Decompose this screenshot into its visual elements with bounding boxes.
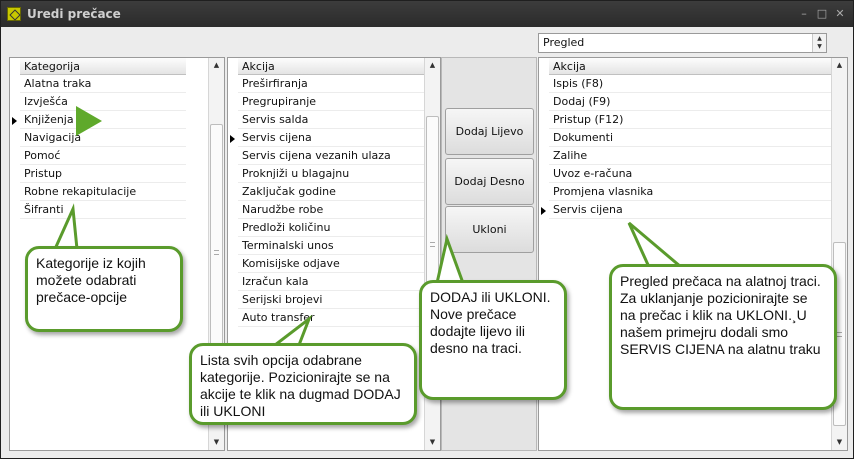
row-marker-icon [541, 207, 546, 215]
action-item[interactable]: Terminalski unos [238, 237, 424, 255]
preview-item[interactable]: Uvoz e-računa [549, 165, 831, 183]
scroll-up-icon[interactable]: ▲ [425, 58, 440, 73]
view-select-value: Pregled [543, 36, 585, 49]
preview-item[interactable]: Promjena vlasnika [549, 183, 831, 201]
action-item[interactable]: Servis cijena vezanih ulaza [238, 147, 424, 165]
pointer-arrow-icon [76, 106, 102, 136]
action-item[interactable]: Predloži količinu [238, 219, 424, 237]
category-item[interactable]: Alatna traka [20, 75, 186, 93]
scroll-down-icon[interactable]: ▼ [209, 435, 224, 450]
preview-item[interactable]: Dokumenti [549, 129, 831, 147]
category-column-header[interactable]: Kategorija [20, 58, 186, 75]
scroll-down-icon[interactable]: ▼ [425, 435, 440, 450]
action-item[interactable]: Servis salda [238, 111, 424, 129]
row-marker-icon [12, 117, 17, 125]
action-item[interactable]: Proknjiži u blagajnu [238, 165, 424, 183]
preview-column-header[interactable]: Akcija [549, 58, 831, 75]
action-item[interactable]: Zaključak godine [238, 183, 424, 201]
preview-item[interactable]: Zalihe [549, 147, 831, 165]
action-item[interactable]: Izračun kala [238, 273, 424, 291]
scroll-thumb[interactable] [210, 124, 223, 380]
action-item[interactable]: Komisijske odjave [238, 255, 424, 273]
minimize-icon[interactable]: – [797, 7, 811, 21]
scroll-up-icon[interactable]: ▲ [209, 58, 224, 73]
action-list: Preširfiranja Pregrupiranje Servis salda… [238, 75, 424, 327]
select-arrows-icon[interactable]: ▲ ▼ [812, 34, 826, 52]
add-right-button[interactable]: Dodaj Desno [445, 158, 534, 205]
category-item[interactable]: Pomoć [20, 147, 186, 165]
maximize-icon[interactable]: □ [815, 7, 829, 21]
category-item[interactable]: Pristup [20, 165, 186, 183]
category-item[interactable]: Knjiženja [20, 111, 186, 129]
callout-categories: Kategorije iz kojih možete odabrati preč… [25, 246, 183, 332]
action-item[interactable]: Preširfiranja [238, 75, 424, 93]
category-item[interactable]: Šifranti [20, 201, 186, 219]
category-list: Alatna traka Izvješća Knjiženja Navigaci… [20, 75, 186, 219]
category-item[interactable]: Robne rekapitulacije [20, 183, 186, 201]
preview-list: Ispis (F8) Dodaj (F9) Pristup (F12) Doku… [549, 75, 831, 219]
callout-preview: Pregled prečaca na alatnoj traci. Za ukl… [609, 264, 837, 410]
add-left-button[interactable]: Dodaj Lijevo [445, 108, 534, 155]
callout-actions: Lista svih opcija odabrane kategorije. P… [189, 343, 417, 425]
close-icon[interactable]: ✕ [833, 7, 847, 21]
row-marker-icon [230, 135, 235, 143]
category-item[interactable]: Izvješća [20, 93, 186, 111]
category-item[interactable]: Navigacija [20, 129, 186, 147]
action-item[interactable]: Auto transfer [238, 309, 424, 327]
action-item[interactable]: Serijski brojevi [238, 291, 424, 309]
action-item[interactable]: Pregrupiranje [238, 93, 424, 111]
preview-item[interactable]: Dodaj (F9) [549, 93, 831, 111]
title-bar: Uredi prečace – □ ✕ [1, 1, 853, 27]
scroll-up-icon[interactable]: ▲ [832, 58, 847, 73]
app-icon [7, 7, 21, 21]
view-select[interactable]: Pregled ▲ ▼ [538, 33, 827, 53]
action-item[interactable]: Narudžbe robe [238, 201, 424, 219]
preview-item[interactable]: Servis cijena [549, 201, 831, 219]
edit-shortcuts-window: Uredi prečace – □ ✕ Pregled ▲ ▼ Kategorij… [0, 0, 854, 459]
window-title: Uredi prečace [27, 7, 121, 21]
scroll-down-icon[interactable]: ▼ [832, 435, 847, 450]
action-item[interactable]: Servis cijena [238, 129, 424, 147]
preview-item[interactable]: Pristup (F12) [549, 111, 831, 129]
action-column-header[interactable]: Akcija [238, 58, 424, 75]
remove-button[interactable]: Ukloni [445, 206, 534, 253]
callout-buttons: DODAJ ili UKLONI. Nove prečace dodajte l… [419, 280, 567, 400]
preview-item[interactable]: Ispis (F8) [549, 75, 831, 93]
